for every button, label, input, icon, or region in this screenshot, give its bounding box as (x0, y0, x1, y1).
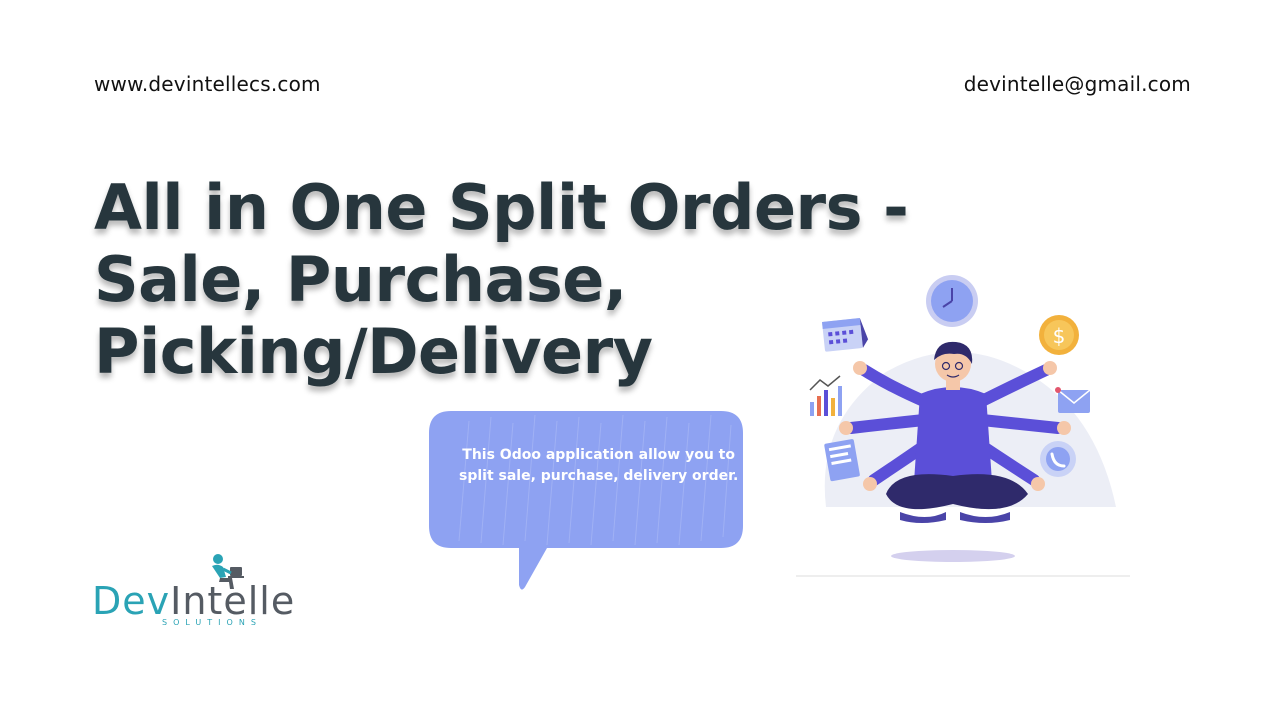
phone-icon (1040, 441, 1076, 477)
bubble-line-1: This Odoo application allow you to (462, 447, 735, 463)
speech-bubble-shape (429, 411, 743, 590)
svg-text:$: $ (1053, 324, 1066, 348)
logo-subtitle: SOLUTIONS (162, 618, 262, 627)
logo-intelle-text: Intelle (170, 579, 296, 623)
envelope-icon (1055, 387, 1091, 413)
person-legs (886, 474, 1028, 510)
floor-shadow (891, 550, 1015, 562)
clock-icon (926, 275, 978, 327)
dollar-coin-icon: $ (1039, 315, 1079, 355)
logo-wordmark: DevIntelle (92, 579, 295, 623)
person-feet (900, 512, 946, 523)
bar-chart-icon (809, 375, 842, 416)
website-link[interactable]: www.devintellecs.com (94, 72, 321, 96)
title-line-1: All in One Split Orders - (94, 171, 909, 244)
bubble-line-2: split sale, purchase, delivery order. (459, 468, 739, 484)
person-torso (914, 387, 992, 482)
multitasking-person-illustration: $ (796, 272, 1130, 578)
email-link[interactable]: devintelle@gmail.com (964, 72, 1191, 96)
devintelle-logo: DevIntelle SOLUTIONS (92, 553, 294, 633)
calendar-icon (822, 318, 869, 352)
logo-dev-text: Dev (92, 579, 171, 623)
description-speech-bubble: This Odoo application allow you to split… (429, 411, 743, 590)
bubble-description: This Odoo application allow you to split… (459, 445, 739, 487)
